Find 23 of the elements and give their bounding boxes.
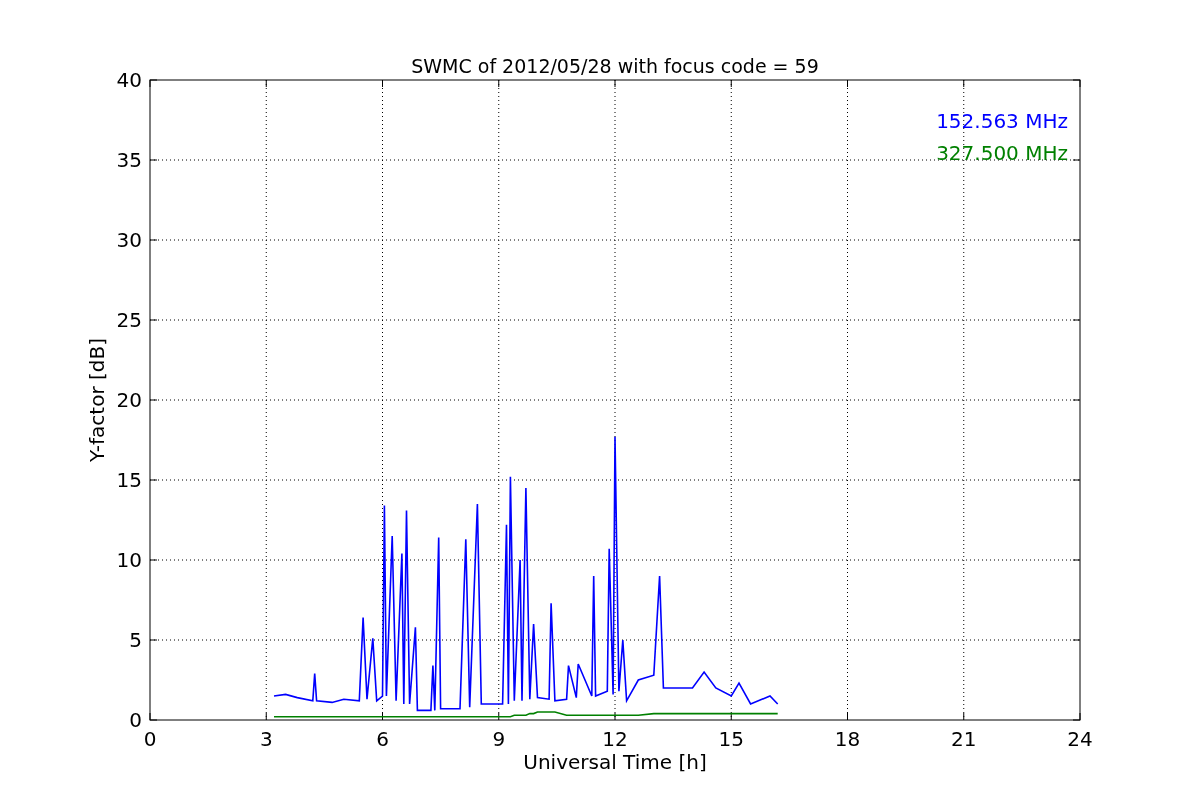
y-tick-label: 25 — [116, 308, 142, 332]
x-tick-label: 9 — [492, 727, 506, 751]
legend-label: 152.563 MHz — [936, 109, 1068, 133]
y-tick-label: 35 — [116, 148, 142, 172]
x-tick-label: 15 — [718, 727, 744, 751]
y-tick-label: 40 — [116, 68, 142, 92]
y-tick-label: 5 — [129, 628, 142, 652]
x-tick-label: 12 — [602, 727, 628, 751]
y-tick-label: 10 — [116, 548, 142, 572]
y-axis-label: Y-factor [dB] — [85, 338, 109, 462]
y-tick-label: 0 — [129, 708, 142, 732]
x-axis-label: Universal Time [h] — [523, 750, 707, 774]
x-tick-label: 6 — [376, 727, 389, 751]
x-tick-label: 18 — [834, 727, 861, 751]
legend-label: 327.500 MHz — [936, 141, 1068, 165]
y-tick-label: 30 — [116, 228, 142, 252]
y-tick-label: 15 — [116, 468, 142, 492]
x-tick-label: 0 — [143, 727, 157, 751]
chart-title: SWMC of 2012/05/28 with focus code = 59 — [411, 55, 819, 77]
x-tick-label: 3 — [259, 727, 273, 751]
x-tick-label: 21 — [951, 727, 977, 751]
y-tick-label: 20 — [116, 388, 142, 412]
x-tick-label: 24 — [1067, 727, 1093, 751]
